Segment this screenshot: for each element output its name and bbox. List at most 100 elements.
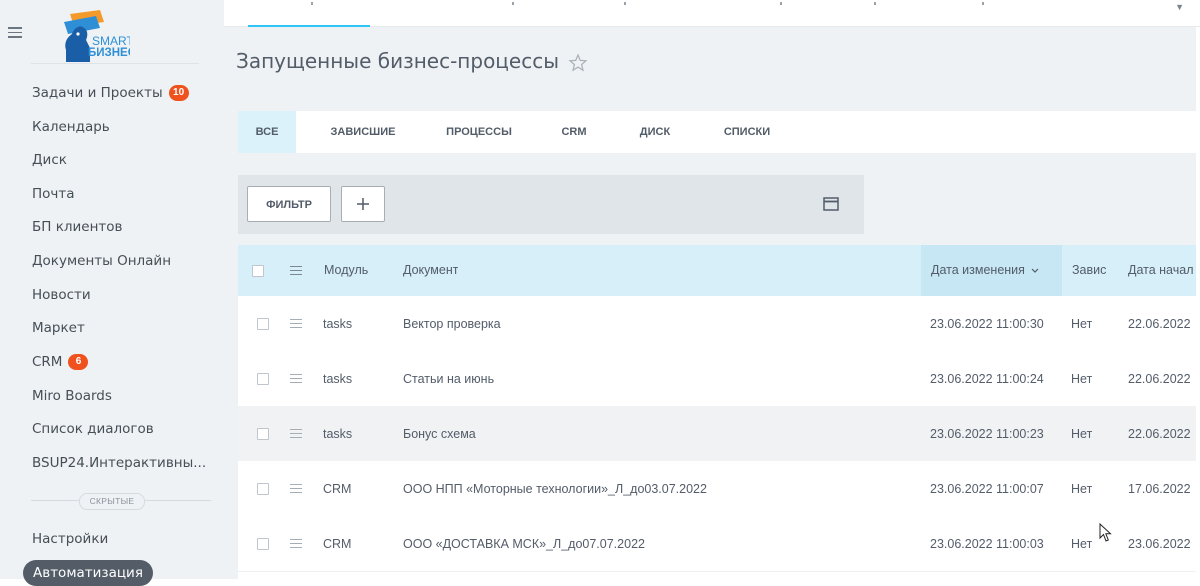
row-checkbox[interactable] xyxy=(257,483,269,495)
cell-modified: 23.06.2022 11:00:24 xyxy=(930,372,1044,386)
svg-text:SMART: SMART xyxy=(92,34,130,48)
top-nav-item-fragment xyxy=(624,2,626,5)
top-nav-more-icon[interactable]: ▼ xyxy=(1175,2,1184,12)
cell-module: tasks xyxy=(323,427,353,441)
sidebar-item-documents-online[interactable]: Документы Онлайн xyxy=(32,249,171,273)
column-header-module[interactable]: Модуль xyxy=(324,263,368,277)
left-sidebar: SMART БИЗНЕС Задачи и Проекты 10 Календар… xyxy=(0,0,224,586)
hidden-divider-right xyxy=(145,500,211,501)
cell-document[interactable]: ООО НПП «Моторные технологии»_Л_до03.07.… xyxy=(403,482,707,496)
cell-started: 22.06.2022 xyxy=(1128,372,1191,386)
sidebar-item-label: Диск xyxy=(32,152,67,168)
sidebar-item-bp-clients[interactable]: БП клиентов xyxy=(32,215,122,239)
sidebar-item-label: Miro Boards xyxy=(32,388,112,404)
window-icon[interactable] xyxy=(823,196,839,212)
row-drag-handle-icon[interactable] xyxy=(290,374,302,384)
top-nav-item-fragment xyxy=(512,2,514,5)
sidebar-item-market[interactable]: Маркет xyxy=(32,316,85,340)
sidebar-item-label: БП клиентов xyxy=(32,219,123,235)
cell-modified: 23.06.2022 11:00:03 xyxy=(930,537,1044,551)
row-drag-handle-icon[interactable] xyxy=(290,484,302,494)
table-row[interactable]: CRM ООО НПП «Моторные технологии»_Л_до03… xyxy=(238,461,1196,517)
tab-lists[interactable]: СПИСКИ xyxy=(712,111,782,153)
column-header-modified[interactable]: Дата изменения xyxy=(931,263,1039,277)
sidebar-item-label: CRM xyxy=(32,354,63,370)
cell-document[interactable]: Вектор проверка xyxy=(403,317,501,331)
table-row[interactable]: CRM ООО «ДОСТАВКА МСК»_Л_до07.07.2022 23… xyxy=(238,516,1196,572)
cell-started: 17.06.2022 xyxy=(1128,482,1191,496)
sidebar-item-mail[interactable]: Почта xyxy=(32,182,75,206)
process-filter-tabs: ВСЕ ЗАВИСШИЕ ПРОЦЕССЫ CRM ДИСК СПИСКИ xyxy=(238,111,1196,153)
cell-document[interactable]: Статьи на июнь xyxy=(403,372,494,386)
cell-document[interactable]: Бонус схема xyxy=(403,427,476,441)
sidebar-item-label: BSUP24.Интерактивны... xyxy=(32,455,207,471)
tab-disk[interactable]: ДИСК xyxy=(624,111,686,153)
top-nav-item-fragment xyxy=(311,2,313,5)
table-row[interactable]: tasks Статьи на июнь 23.06.2022 11:00:24… xyxy=(238,351,1196,407)
filter-button[interactable]: ФИЛЬТР xyxy=(247,186,331,222)
column-header-label: Дата изменения xyxy=(931,263,1025,277)
row-checkbox[interactable] xyxy=(257,318,269,330)
top-nav-item-fragment xyxy=(982,2,984,5)
cell-stuck: Нет xyxy=(1071,427,1093,441)
drag-handle-icon[interactable] xyxy=(290,266,302,276)
sidebar-item-label: Новости xyxy=(32,287,91,303)
sidebar-item-calendar[interactable]: Календарь xyxy=(32,115,110,139)
tab-all[interactable]: ВСЕ xyxy=(238,111,296,153)
sidebar-item-miro-boards[interactable]: Miro Boards xyxy=(32,384,112,408)
sidebar-item-bsup24[interactable]: BSUP24.Интерактивны... xyxy=(32,451,206,475)
select-all-checkbox[interactable] xyxy=(252,265,264,277)
column-header-document[interactable]: Документ xyxy=(403,263,458,277)
sidebar-item-label: Документы Онлайн xyxy=(32,253,172,269)
cell-module: CRM xyxy=(323,482,352,496)
row-drag-handle-icon[interactable] xyxy=(290,319,302,329)
company-logo[interactable]: SMART БИЗНЕС xyxy=(56,10,130,64)
column-header-started[interactable]: Дата начал xyxy=(1128,263,1196,277)
cell-modified: 23.06.2022 11:00:23 xyxy=(930,427,1044,441)
row-drag-handle-icon[interactable] xyxy=(290,429,302,439)
sidebar-item-dialogs[interactable]: Список диалогов xyxy=(32,417,154,441)
sidebar-item-tasks[interactable]: Задачи и Проекты 10 xyxy=(32,81,189,105)
cell-stuck: Нет xyxy=(1071,372,1093,386)
row-drag-handle-icon[interactable] xyxy=(290,539,302,549)
add-button[interactable] xyxy=(341,186,385,222)
row-checkbox[interactable] xyxy=(257,373,269,385)
sort-desc-icon xyxy=(1031,268,1039,273)
sidebar-item-disk[interactable]: Диск xyxy=(32,148,67,172)
cell-stuck: Нет xyxy=(1071,537,1093,551)
sidebar-item-label: Календарь xyxy=(32,119,110,135)
sidebar-item-label: Настройки xyxy=(32,531,109,547)
row-checkbox[interactable] xyxy=(257,428,269,440)
cell-modified: 23.06.2022 11:00:30 xyxy=(930,317,1044,331)
cell-stuck: Нет xyxy=(1071,317,1093,331)
cell-stuck: Нет xyxy=(1071,482,1093,496)
hidden-divider-left xyxy=(31,500,79,501)
sidebar-item-crm[interactable]: CRM 6 xyxy=(32,350,89,374)
tab-stuck[interactable]: ЗАВИСШИЕ xyxy=(320,111,406,153)
column-header-stuck[interactable]: Завис xyxy=(1072,263,1106,277)
sidebar-item-automation[interactable]: Автоматизация xyxy=(23,560,153,586)
mouse-cursor-icon xyxy=(1099,523,1112,542)
menu-hamburger-icon[interactable] xyxy=(8,27,22,38)
cell-started: 22.06.2022 xyxy=(1128,427,1191,441)
tab-crm[interactable]: CRM xyxy=(552,111,596,153)
top-nav-item-fragment xyxy=(780,2,782,5)
row-checkbox[interactable] xyxy=(257,538,269,550)
tab-processes[interactable]: ПРОЦЕССЫ xyxy=(434,111,524,153)
cell-module: tasks xyxy=(323,372,353,386)
cell-modified: 23.06.2022 11:00:07 xyxy=(930,482,1044,496)
table-row[interactable]: tasks Вектор проверка 23.06.2022 11:00:3… xyxy=(238,296,1196,352)
grid-header: Модуль Документ Дата изменения Завис Дат… xyxy=(238,245,1196,296)
cell-document[interactable]: ООО «ДОСТАВКА МСК»_Л_до07.07.2022 xyxy=(403,537,645,551)
sidebar-item-news[interactable]: Новости xyxy=(32,283,91,307)
sidebar-item-label: Маркет xyxy=(32,320,85,336)
crm-counter-badge: 6 xyxy=(68,354,89,370)
page-scrollbar[interactable] xyxy=(1196,27,1200,579)
star-icon[interactable] xyxy=(568,53,588,73)
sidebar-item-settings[interactable]: Настройки xyxy=(32,527,108,551)
plus-icon xyxy=(357,198,369,210)
filter-toolbar: ФИЛЬТР xyxy=(238,175,864,234)
table-row[interactable]: tasks Бонус схема 23.06.2022 11:00:23 Не… xyxy=(238,406,1196,462)
tasks-counter-badge: 10 xyxy=(168,85,189,101)
hidden-items-toggle[interactable]: СКРЫТЫЕ xyxy=(79,493,145,510)
